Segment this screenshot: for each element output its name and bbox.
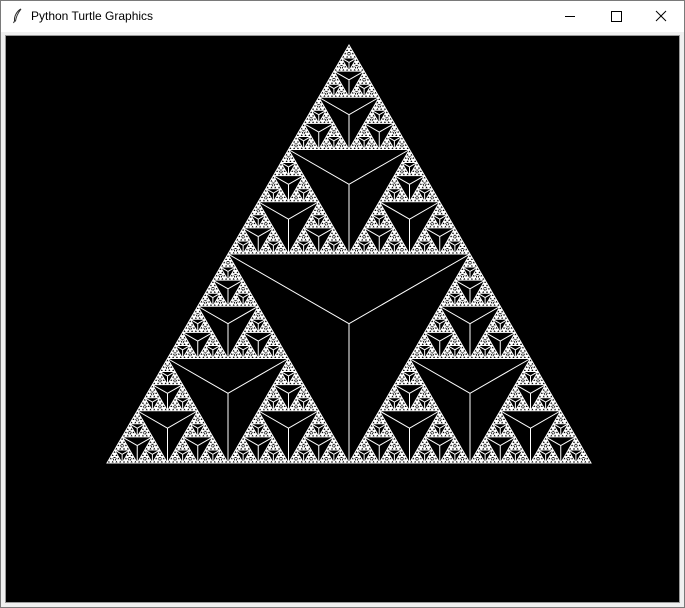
turtle-canvas[interactable] [6, 36, 679, 602]
maximize-button[interactable] [593, 1, 639, 32]
window-title: Python Turtle Graphics [31, 9, 154, 23]
maximize-icon [611, 11, 622, 22]
feather-icon [10, 8, 26, 24]
sierpinski-fractal [106, 44, 592, 464]
turtle-window: Python Turtle Graphics [0, 0, 685, 608]
turtle-canvas-frame[interactable] [5, 35, 680, 603]
fractal-lines [106, 44, 592, 464]
title-bar[interactable]: Python Turtle Graphics [1, 1, 684, 32]
minimize-icon [565, 16, 575, 17]
minimize-button[interactable] [547, 1, 593, 32]
close-icon [655, 10, 667, 22]
close-button[interactable] [638, 1, 684, 32]
